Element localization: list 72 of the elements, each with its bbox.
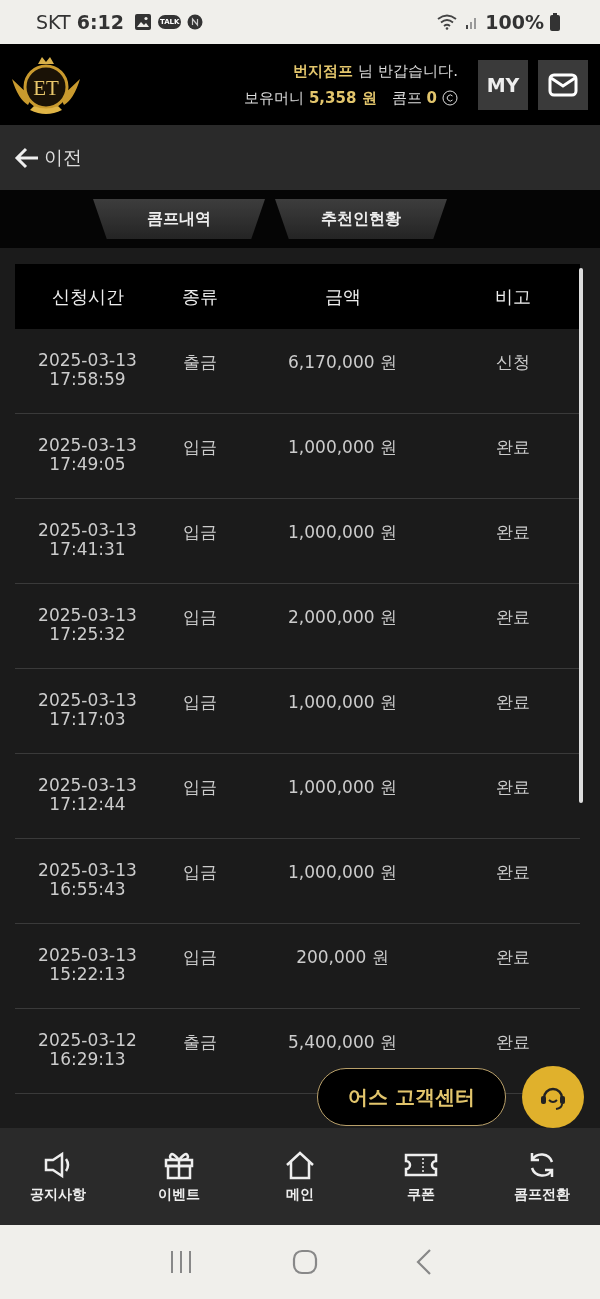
type-cell-text: 입금 (182, 776, 218, 799)
note-cell-text: 신청 (494, 351, 531, 374)
date-cell-text: 2025-03-13 16:55:43 (37, 861, 138, 899)
amount-cell-text: 2,000,000 원 (287, 606, 398, 629)
back-arrow-icon (14, 146, 40, 169)
amount-cell-text: 1,000,000 원 (287, 776, 398, 799)
tab[interactable]: 콤프내역 (93, 199, 265, 239)
back-button[interactable]: 이전 (14, 144, 82, 171)
date-cell-text: 2025-03-13 17:58:59 (37, 351, 138, 389)
money-amount: 5,358 원 (308, 88, 377, 108)
type-cell-text: 출금 (182, 351, 218, 374)
column-header: 신청시간 (50, 284, 125, 309)
mail-button[interactable] (538, 59, 588, 110)
comp-amount: 0 (426, 89, 437, 107)
my-button[interactable]: MY (478, 59, 528, 110)
date-cell-text: 2025-03-13 17:25:32 (37, 606, 138, 644)
coin-icon (442, 90, 458, 106)
money-label: 보유머니 (243, 88, 304, 108)
note-cell-text: 완료 (494, 436, 531, 459)
greeting-text: 님 반갑습니다. (358, 61, 458, 81)
column-header: 금액 (323, 284, 362, 309)
nav-item[interactable]: 공지사항 (8, 1149, 108, 1204)
house-icon (284, 1149, 316, 1180)
date-cell-text: 2025-03-13 17:41:31 (37, 521, 138, 559)
type-cell-text: 입금 (182, 436, 218, 459)
date-cell-text: 2025-03-13 17:12:44 (37, 776, 138, 814)
note-cell-text: 완료 (494, 606, 531, 629)
recents-icon[interactable] (168, 1250, 194, 1274)
amount-cell-text: 5,400,000 원 (287, 1031, 398, 1054)
comp-label: 콤프 (391, 88, 422, 108)
column-header: 종류 (181, 284, 219, 309)
battery-icon (550, 13, 560, 31)
date-cell-text: 2025-03-13 17:49:05 (37, 436, 138, 474)
notification-icon (187, 14, 204, 30)
type-cell-text: 입금 (182, 691, 218, 714)
crown-logo: ET (10, 53, 82, 116)
amount-cell-text: 1,000,000 원 (287, 436, 398, 459)
amount-cell-text: 6,170,000 원 (287, 351, 398, 374)
type-cell-text: 입금 (182, 521, 218, 544)
date-cell-text: 2025-03-12 16:29:13 (37, 1031, 138, 1069)
nav-item[interactable]: 이벤트 (129, 1149, 229, 1204)
nav-item[interactable]: 콤프전환 (492, 1149, 592, 1204)
column-header: 비고 (493, 284, 532, 309)
type-cell-text: 입금 (182, 861, 218, 884)
home-icon[interactable] (292, 1249, 318, 1275)
clock-text: 6:12 (76, 11, 124, 33)
type-cell-text: 입금 (182, 946, 218, 969)
carrier-text: SKT (36, 11, 71, 33)
amount-cell-text: 1,000,000 원 (287, 861, 398, 884)
scrollbar[interactable] (579, 268, 583, 803)
note-cell-text: 완료 (494, 946, 531, 969)
image-icon (133, 13, 152, 31)
note-cell-text: 완료 (494, 861, 531, 884)
date-cell-text: 2025-03-13 17:17:03 (37, 691, 138, 729)
note-cell-text: 완료 (494, 691, 531, 714)
username-text: 번지점프 (293, 61, 354, 81)
nav-item[interactable]: 쿠폰 (371, 1149, 471, 1204)
note-cell-text: 완료 (494, 1031, 531, 1054)
support-button[interactable]: 어스 고객센터 (317, 1068, 506, 1126)
amount-cell-text: 1,000,000 원 (287, 691, 398, 714)
note-cell-text: 완료 (494, 521, 531, 544)
tab[interactable]: 추천인현황 (275, 199, 447, 239)
date-cell-text: 2025-03-13 15:22:13 (37, 946, 138, 984)
type-cell-text: 출금 (182, 1031, 218, 1054)
mail-icon (548, 72, 578, 97)
amount-cell-text: 200,000 원 (295, 946, 390, 969)
battery-text: 100% (485, 11, 544, 33)
nav-item[interactable]: 메인 (250, 1149, 350, 1204)
back-icon[interactable] (416, 1249, 432, 1275)
type-cell-text: 입금 (182, 606, 218, 629)
note-cell-text: 완료 (494, 776, 531, 799)
amount-cell-text: 1,000,000 원 (287, 521, 398, 544)
